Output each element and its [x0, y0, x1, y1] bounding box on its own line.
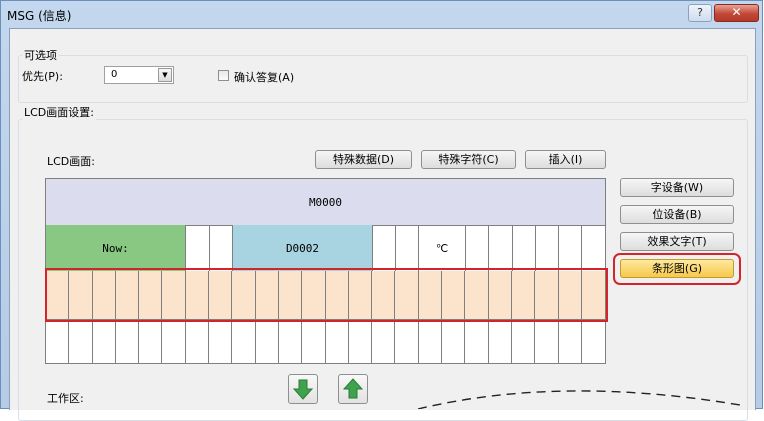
- dashed-callout-curve: [417, 390, 741, 409]
